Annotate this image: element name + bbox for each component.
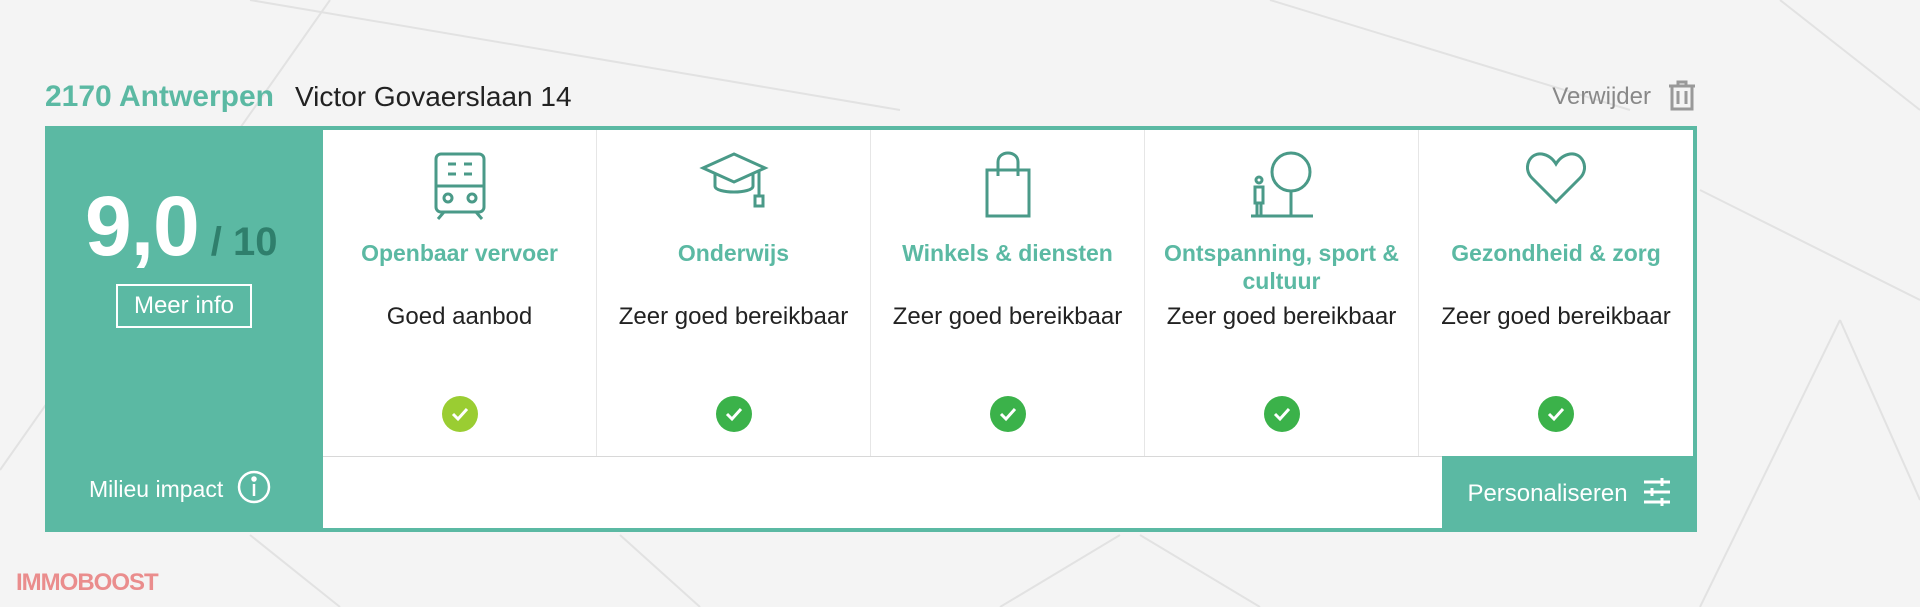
score-card: 9,0/ 10 Meer info Openbaar vervoer Goed … — [45, 126, 1697, 532]
category-title: Openbaar vervoer — [361, 240, 558, 266]
more-info-button[interactable]: Meer info — [116, 284, 252, 328]
category-rating: Zeer goed bereikbaar — [1166, 303, 1397, 330]
park-icon — [1250, 151, 1313, 218]
street-label: Victor Govaerslaan 14 — [295, 81, 572, 112]
milieu-impact-label: Milieu impact — [89, 476, 224, 502]
category-rating: Zeer goed bereikbaar — [618, 303, 849, 330]
immoboost-logo: IMMOBOOST — [16, 569, 159, 596]
category-gezondheid: Gezondheid & zorg Zeer goed bereikbaar — [1419, 130, 1693, 456]
check-icon — [1263, 396, 1300, 432]
score-panel: 9,0/ 10 Meer info — [45, 126, 323, 456]
category-winkels: Winkels & diensten Zeer goed bereikbaar — [871, 130, 1145, 456]
personalize-button[interactable]: Personaliseren — [1442, 456, 1697, 532]
check-icon — [989, 396, 1026, 432]
delete-button[interactable]: Verwijder — [1552, 78, 1697, 116]
heart-icon — [1526, 152, 1586, 205]
personalize-label: Personaliseren — [1467, 480, 1628, 507]
check-icon — [715, 396, 752, 432]
delete-label: Verwijder — [1552, 83, 1651, 110]
category-rating: Zeer goed bereikbaar — [892, 303, 1123, 330]
shopping-bag-icon — [985, 151, 1030, 218]
category-title: Gezondheid & zorg — [1451, 240, 1661, 266]
footer-spacer — [323, 456, 1442, 528]
score-value: 9,0 — [85, 179, 200, 273]
score-max: / 10 — [210, 220, 278, 264]
category-title: Onderwijs — [677, 240, 790, 266]
category-rating: Goed aanbod — [386, 303, 533, 330]
category-onderwijs: Onderwijs Zeer goed bereikbaar — [597, 130, 871, 456]
milieu-impact-button[interactable]: Milieu impact — [89, 470, 271, 509]
trash-icon — [1667, 79, 1697, 116]
address-header: 2170 Antwerpen Victor Govaerslaan 14 Ver… — [45, 78, 1697, 116]
category-rating: Zeer goed bereikbaar — [1441, 303, 1671, 330]
categories-panel: Openbaar vervoer Goed aanbod Onderwijs Z… — [323, 130, 1693, 456]
category-title: Ontspanning, sport & cultuur — [1163, 240, 1400, 294]
score-display: 9,0/ 10 — [85, 178, 278, 275]
category-ontspanning: Ontspanning, sport & cultuur Zeer goed b… — [1145, 130, 1419, 456]
info-icon — [237, 470, 271, 509]
check-icon — [441, 396, 478, 432]
city-label: 2170 Antwerpen — [45, 80, 274, 113]
check-icon — [1538, 396, 1574, 432]
category-title: Winkels & diensten — [902, 240, 1113, 266]
graduation-cap-icon — [698, 152, 769, 208]
bus-icon — [434, 152, 485, 220]
category-openbaar-vervoer: Openbaar vervoer Goed aanbod — [323, 130, 597, 456]
sliders-icon — [1642, 477, 1672, 512]
